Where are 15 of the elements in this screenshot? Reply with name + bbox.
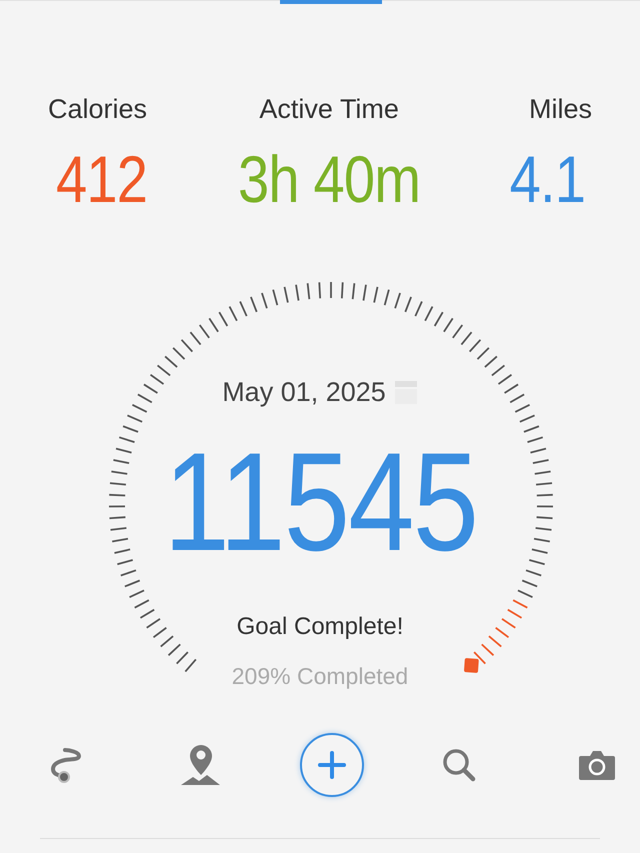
stat-label: Active Time <box>259 93 399 126</box>
step-count: 11545 <box>163 432 477 572</box>
stat-label: Miles <box>528 93 592 126</box>
camera-icon[interactable] <box>578 748 616 780</box>
goal-status: Goal Complete! <box>236 612 404 642</box>
percent-completed: 209% Completed <box>232 662 408 691</box>
search-icon[interactable] <box>441 746 477 782</box>
stat-label: Calories <box>48 93 148 126</box>
stat-value: 412 <box>56 146 148 212</box>
stat-value: 3h 40m <box>238 146 420 212</box>
add-button[interactable] <box>300 732 364 796</box>
stat-value: 4.1 <box>510 146 586 212</box>
progress-marker <box>464 658 479 672</box>
date-label: May 01, 2025 <box>222 376 386 409</box>
plus-icon <box>318 750 346 778</box>
